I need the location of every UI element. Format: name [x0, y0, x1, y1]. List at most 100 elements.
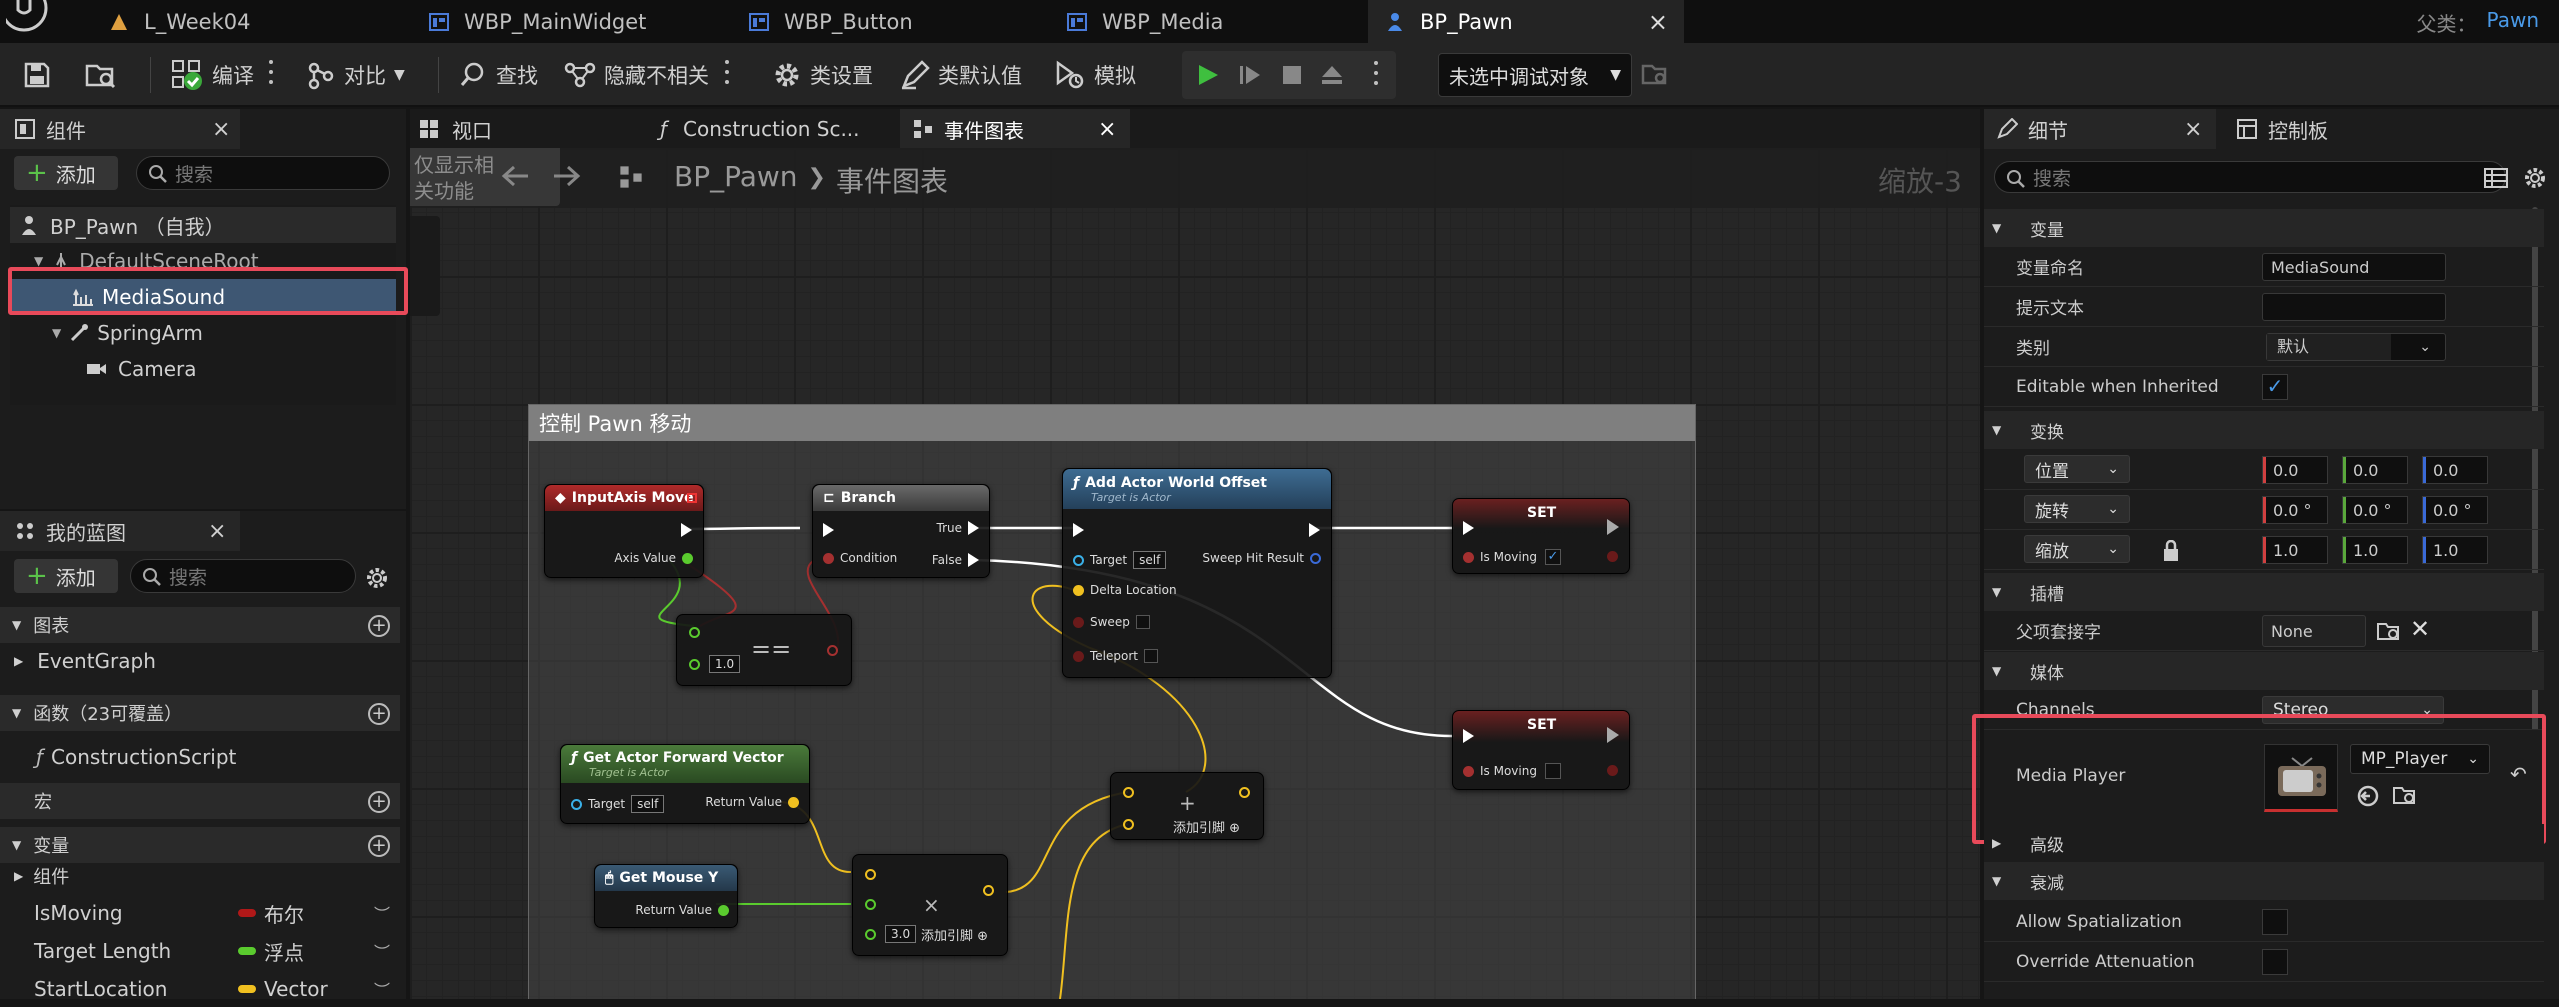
rotation-y-input[interactable]: 0.0 °: [2342, 496, 2408, 524]
teleport-pin[interactable]: Teleport: [1073, 649, 1158, 663]
add-pin-button[interactable]: 添加引脚 ⊕: [1173, 817, 1240, 836]
location-y-input[interactable]: 0.0: [2342, 456, 2408, 484]
node-input-axis-move[interactable]: ◆ InputAxis Move Axis Value: [544, 484, 704, 578]
eject-icon[interactable]: [1320, 63, 1344, 87]
exec-out-pin[interactable]: [681, 523, 692, 537]
is-moving-checkbox[interactable]: [1544, 763, 1561, 779]
location-dropdown[interactable]: 位置 ⌄: [2024, 455, 2130, 483]
variable-name-input[interactable]: MediaSound: [2262, 253, 2446, 281]
target-pin[interactable]: Target self: [1073, 551, 1167, 569]
section-variables[interactable]: ▼ 变量: [0, 827, 400, 863]
allow-spatialization-checkbox[interactable]: [2262, 909, 2288, 935]
section-media[interactable]: ▼ 媒体: [1984, 652, 2544, 690]
location-x-input[interactable]: 0.0: [2262, 456, 2328, 484]
graph-item-event-graph[interactable]: ▶ EventGraph: [14, 643, 156, 679]
debug-target-dropdown[interactable]: 未选中调试对象 ▼: [1438, 53, 1632, 97]
target-self-value[interactable]: self: [631, 795, 665, 813]
node-add-actor-world-offset[interactable]: ƒ Add Actor World Offset Target is Actor …: [1062, 468, 1332, 678]
exec-in-pin[interactable]: [1463, 729, 1474, 743]
gear-icon[interactable]: [2522, 165, 2548, 191]
node-get-mouse-y[interactable]: 🖱 Get Mouse Y Return Value: [594, 864, 738, 928]
return-value-pin[interactable]: Return Value: [705, 795, 799, 809]
add-function-icon[interactable]: +: [368, 703, 390, 725]
eye-visibility-icon[interactable]: ︶: [374, 977, 390, 1001]
section-transform[interactable]: ▼ 变换: [1984, 411, 2544, 449]
true-pin[interactable]: True: [937, 521, 979, 535]
diff-button[interactable]: 对比 ▼: [306, 43, 405, 107]
hide-options-icon[interactable]: [725, 60, 729, 88]
find-button[interactable]: 查找: [458, 43, 538, 107]
false-pin[interactable]: False: [932, 553, 979, 567]
unreal-logo-icon[interactable]: [0, 0, 56, 40]
variable-item-start-location[interactable]: StartLocation Vector ︶: [34, 971, 404, 1007]
rotation-x-input[interactable]: 0.0 °: [2262, 496, 2328, 524]
close-tab-icon[interactable]: ×: [1648, 8, 1668, 36]
tooltip-input[interactable]: [2262, 293, 2446, 321]
teleport-checkbox[interactable]: [1144, 649, 1158, 663]
exec-out-pin[interactable]: [1309, 523, 1320, 537]
my-blueprint-search-input[interactable]: 搜索: [130, 559, 356, 593]
section-advanced[interactable]: ▶ 高级: [1984, 824, 2544, 862]
parent-class-link[interactable]: Pawn: [2487, 8, 2539, 37]
browse-button[interactable]: [84, 43, 126, 107]
my-blueprint-tab[interactable]: 我的蓝图 ×: [0, 511, 240, 551]
exec-in-pin[interactable]: [1463, 521, 1474, 535]
bool-pin-icon[interactable]: [1607, 551, 1618, 562]
tab-wbp-mainwidget[interactable]: WBP_MainWidget: [412, 0, 732, 43]
rotation-z-input[interactable]: 0.0 °: [2422, 496, 2488, 524]
event-graph-canvas[interactable]: 仅显示相关功能 BP_Pawn ❯ 事件图表 缩放-3 控制 Pawn 移动 ◆…: [410, 148, 1980, 999]
axis-value-pin[interactable]: Axis Value: [614, 551, 693, 565]
close-icon[interactable]: ×: [212, 117, 230, 142]
function-item-construction-script[interactable]: ƒ ConstructionScript: [36, 739, 236, 775]
target-self-value[interactable]: self: [1133, 551, 1167, 569]
variable-item-ismoving[interactable]: IsMoving 布尔 ︶: [34, 895, 404, 931]
node-get-actor-forward-vector[interactable]: ƒ Get Actor Forward Vector Target is Acto…: [560, 744, 810, 824]
stop-icon[interactable]: [1280, 63, 1304, 87]
details-tab[interactable]: 细节 ×: [1984, 109, 2216, 149]
palette-tab[interactable]: 控制板: [2236, 109, 2436, 149]
components-search-input[interactable]: 搜索: [136, 156, 390, 190]
delegate-pin-icon[interactable]: [687, 493, 697, 503]
class-settings-button[interactable]: 类设置: [772, 43, 873, 107]
variable-category-components[interactable]: ▶ 组件: [14, 861, 69, 891]
float-pin-icon[interactable]: [689, 627, 700, 638]
close-icon[interactable]: ×: [2184, 117, 2202, 142]
add-pin-button[interactable]: 添加引脚 ⊕: [921, 925, 988, 944]
close-icon[interactable]: ×: [1098, 117, 1116, 142]
tab-wbp-media[interactable]: WBP_Media: [1050, 0, 1368, 43]
compile-options-icon[interactable]: [269, 60, 273, 88]
delta-location-pin[interactable]: Delta Location: [1073, 583, 1177, 597]
is-moving-checkbox-checked[interactable]: ✓: [1544, 549, 1561, 565]
bool-pin-icon[interactable]: [827, 645, 838, 656]
details-search-input[interactable]: 搜索: [1994, 161, 2506, 193]
gear-icon[interactable]: [364, 565, 390, 591]
add-component-button[interactable]: + 添加: [14, 156, 118, 190]
exec-out-pin[interactable]: [1607, 519, 1619, 535]
multiply-value-input[interactable]: 3.0: [885, 925, 917, 943]
bool-pin-icon[interactable]: [1607, 765, 1618, 776]
exec-in-pin[interactable]: [823, 523, 834, 537]
view-options-icon[interactable]: [2484, 167, 2508, 189]
sweep-hit-result-pin[interactable]: Sweep Hit Result: [1202, 551, 1321, 565]
scale-dropdown[interactable]: 缩放 ⌄: [2024, 535, 2130, 563]
variable-item-target-length[interactable]: Target Length 浮点 ︶: [34, 933, 404, 969]
node-set-ismoving-false[interactable]: SET Is Moving: [1452, 710, 1630, 790]
close-icon[interactable]: ×: [208, 519, 226, 544]
vector-pin-icon[interactable]: [865, 869, 876, 880]
sweep-pin[interactable]: Sweep: [1073, 615, 1150, 629]
chevron-down-icon[interactable]: ⌄: [2419, 339, 2431, 355]
node-equals[interactable]: 1.0 ==: [676, 614, 852, 686]
exec-out-pin[interactable]: [1607, 727, 1619, 743]
section-sockets[interactable]: ▼ 插槽: [1984, 573, 2544, 611]
condition-pin[interactable]: Condition: [823, 551, 897, 565]
tab-l-week04[interactable]: L_Week04: [92, 0, 412, 43]
is-moving-pin[interactable]: Is Moving: [1463, 763, 1561, 779]
vector-pin-icon[interactable]: [1123, 819, 1134, 830]
is-moving-pin[interactable]: Is Moving ✓: [1463, 549, 1561, 565]
target-pin[interactable]: Target self: [571, 795, 665, 813]
section-variable[interactable]: ▼ 变量: [1984, 209, 2544, 247]
class-defaults-button[interactable]: 类默认值: [900, 43, 1022, 107]
parent-socket-field[interactable]: None: [2262, 615, 2366, 647]
tab-wbp-button[interactable]: WBP_Button: [732, 0, 1050, 43]
eye-visibility-icon[interactable]: ︶: [374, 939, 390, 963]
